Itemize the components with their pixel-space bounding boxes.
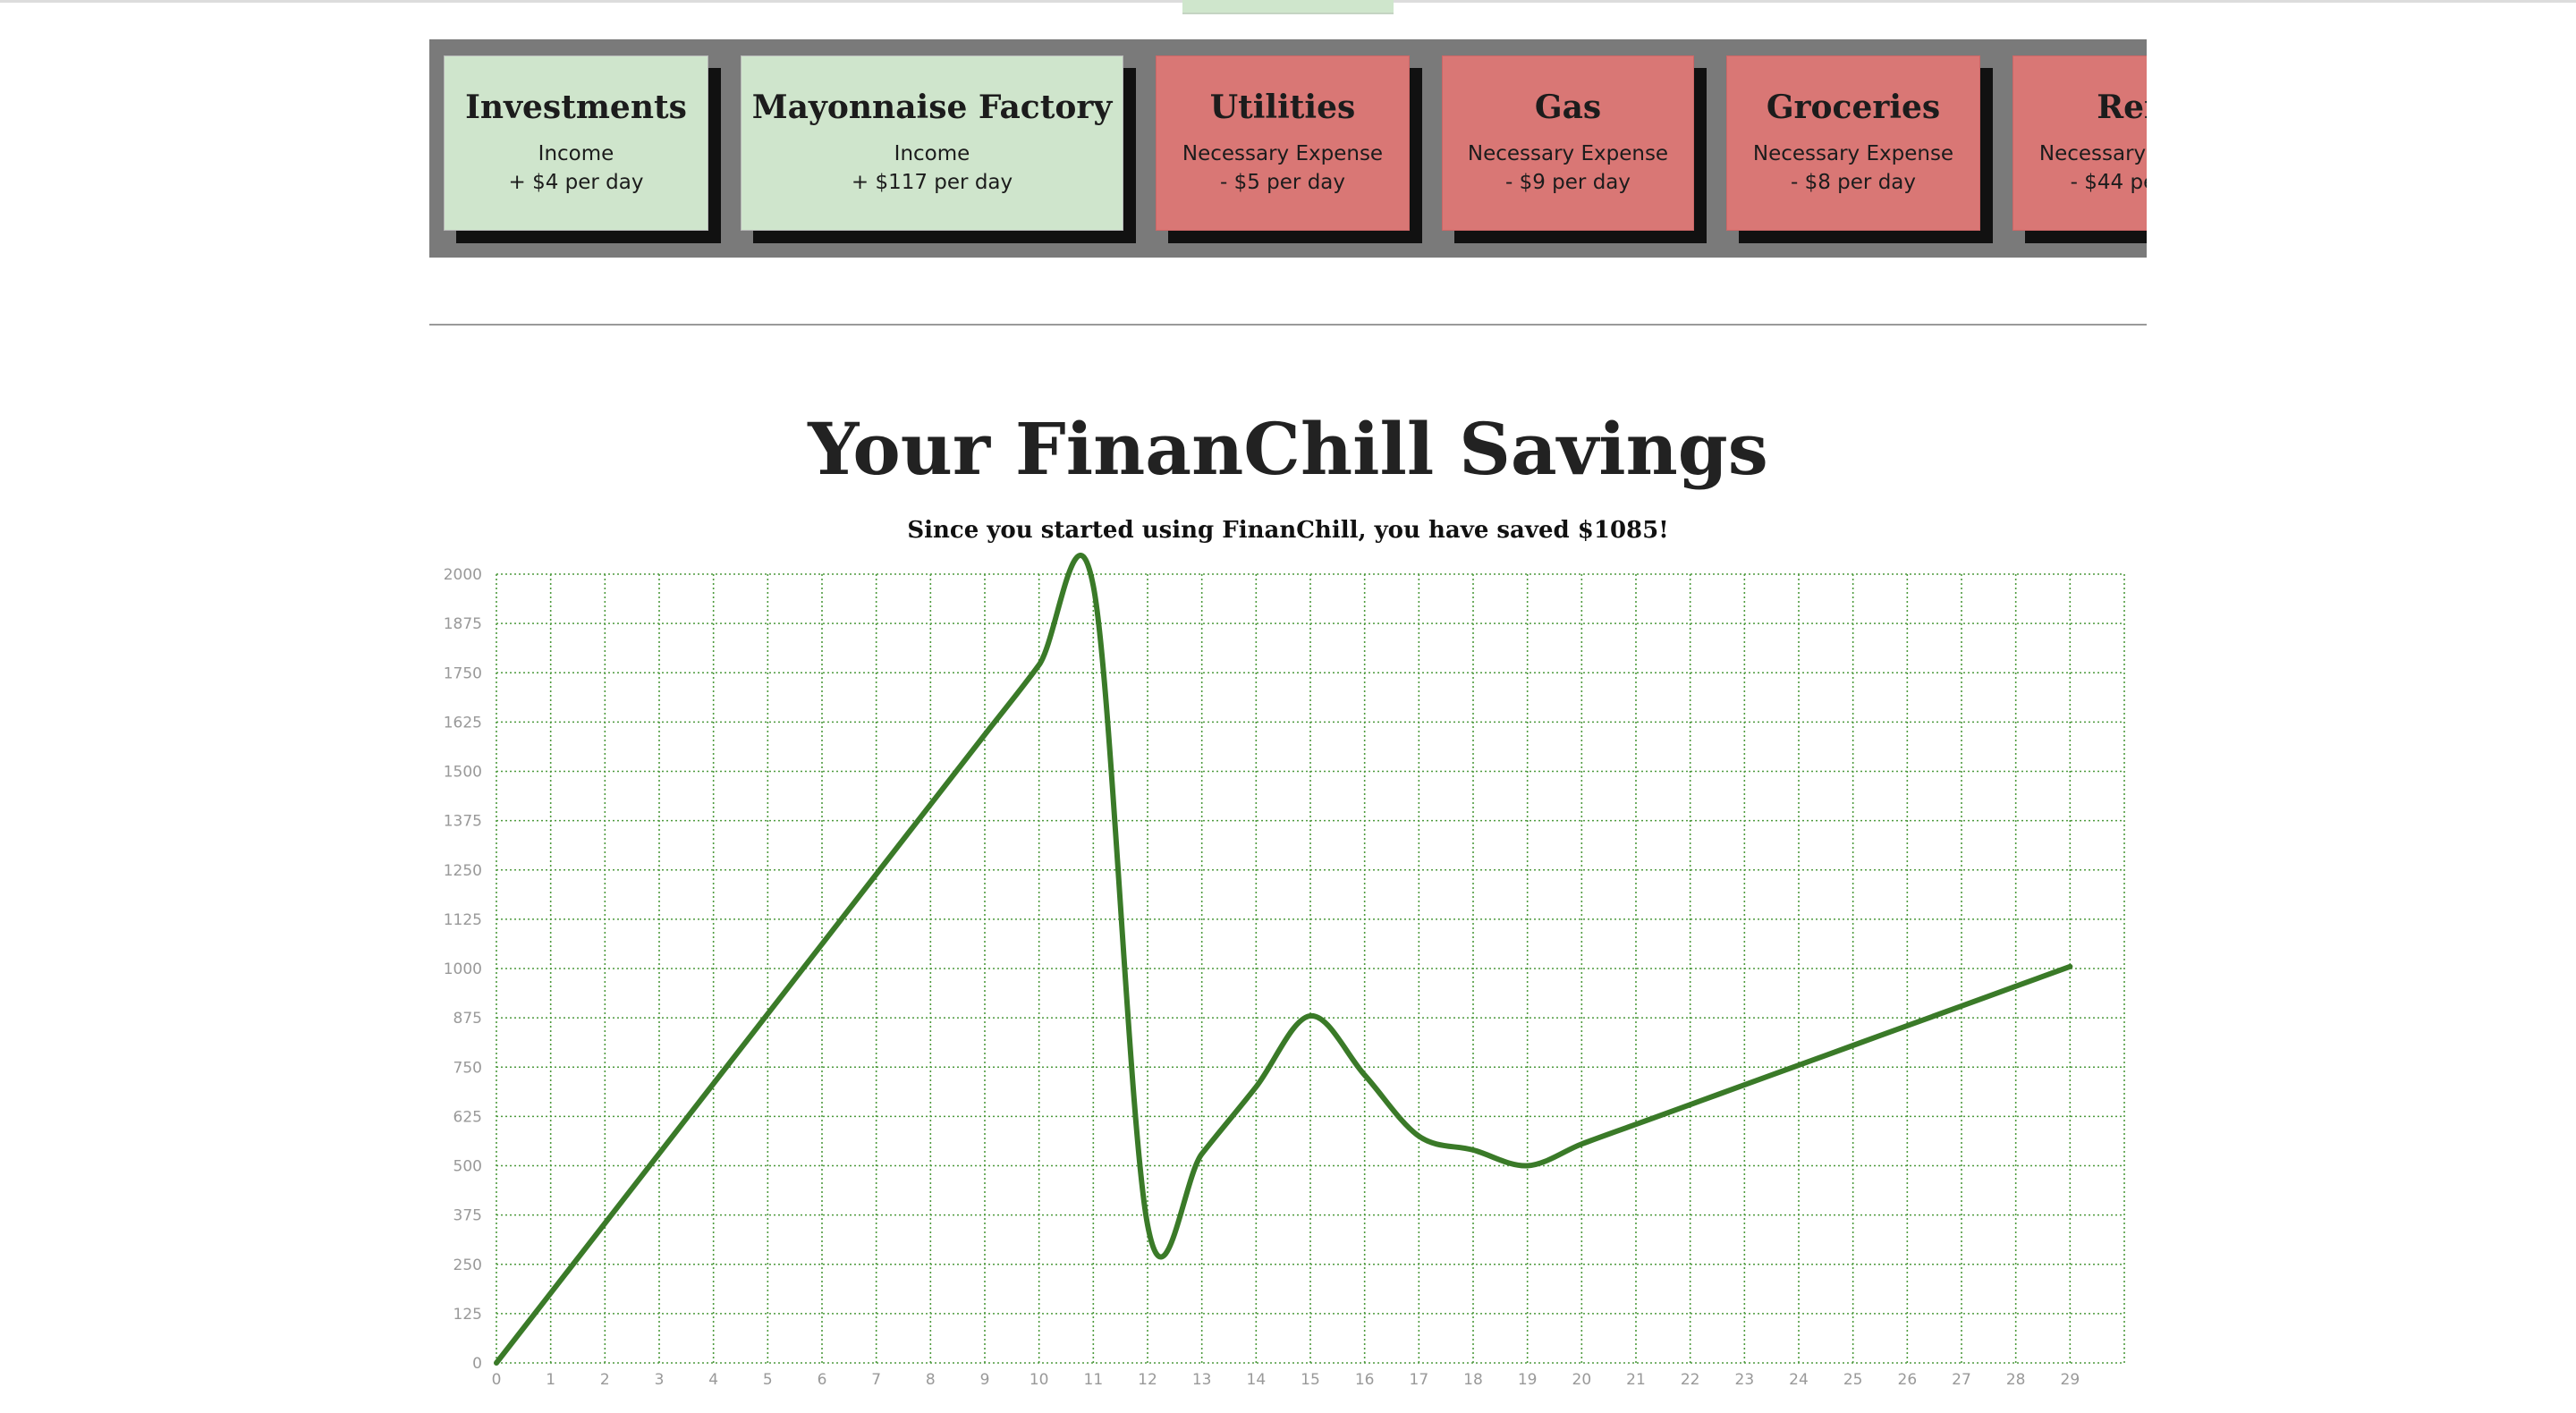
- budget-cards-strip[interactable]: Investments Income + $4 per day Mayonnai…: [429, 39, 2147, 258]
- card-amount: - $44 per day: [2070, 171, 2147, 194]
- y-tick-label: 750: [453, 1059, 482, 1077]
- y-tick-label: 250: [453, 1256, 482, 1274]
- card-title: Mayonnaise Factory: [751, 89, 1113, 126]
- x-tick-label: 0: [492, 1371, 502, 1389]
- x-tick-label: 6: [818, 1371, 827, 1389]
- savings-line-chart: 0125250375500625750875100011251250137515…: [444, 553, 2125, 1389]
- x-tick-label: 13: [1192, 1371, 1212, 1389]
- card-title: Rent: [2097, 89, 2147, 126]
- x-tick-label: 27: [1952, 1371, 1971, 1389]
- x-tick-label: 28: [2006, 1371, 2026, 1389]
- card-rent[interactable]: Rent Necessary Expense - $44 per day: [2012, 55, 2147, 231]
- x-tick-label: 29: [2061, 1371, 2080, 1389]
- card-type: Necessary Expense: [2038, 142, 2147, 165]
- card-title: Gas: [1534, 89, 1602, 126]
- card-gas[interactable]: Gas Necessary Expense - $9 per day: [1442, 55, 1694, 231]
- x-tick-label: 21: [1626, 1371, 1646, 1389]
- x-tick-label: 24: [1789, 1371, 1809, 1389]
- card-amount: - $8 per day: [1790, 171, 1916, 194]
- top-tab[interactable]: [1182, 0, 1394, 14]
- y-tick-label: 1500: [444, 764, 482, 782]
- x-tick-label: 1: [546, 1371, 555, 1389]
- card-title: Utilities: [1209, 89, 1356, 126]
- card-type: Income: [894, 142, 970, 165]
- savings-subtitle: Since you started using FinanChill, you …: [907, 517, 1669, 544]
- y-tick-label: 1125: [444, 911, 482, 929]
- card-utilities[interactable]: Utilities Necessary Expense - $5 per day: [1156, 55, 1410, 231]
- x-tick-label: 17: [1410, 1371, 1429, 1389]
- x-tick-label: 18: [1463, 1371, 1483, 1389]
- savings-title: Your FinanChill Savings: [808, 407, 1768, 491]
- y-tick-label: 375: [453, 1207, 482, 1225]
- section-divider: [429, 324, 2147, 326]
- x-tick-label: 2: [600, 1371, 610, 1389]
- y-tick-label: 0: [472, 1355, 482, 1373]
- card-mayonnaise-factory[interactable]: Mayonnaise Factory Income + $117 per day: [741, 55, 1123, 231]
- card-investments[interactable]: Investments Income + $4 per day: [444, 55, 708, 231]
- x-tick-label: 15: [1301, 1371, 1320, 1389]
- y-tick-label: 625: [453, 1108, 482, 1126]
- card-amount: - $5 per day: [1219, 171, 1345, 194]
- x-tick-label: 14: [1247, 1371, 1267, 1389]
- series-line-savings: [494, 553, 2073, 1366]
- y-tick-label: 875: [453, 1010, 482, 1028]
- x-tick-label: 9: [980, 1371, 990, 1389]
- x-tick-label: 10: [1030, 1371, 1049, 1389]
- card-type: Necessary Expense: [1467, 142, 1669, 165]
- y-tick-label: 125: [453, 1306, 482, 1324]
- card-amount: - $9 per day: [1504, 171, 1631, 194]
- y-tick-label: 1875: [444, 615, 482, 633]
- y-tick-label: 1250: [444, 862, 482, 880]
- x-tick-label: 12: [1138, 1371, 1157, 1389]
- card-amount: + $4 per day: [508, 171, 644, 194]
- x-tick-label: 20: [1572, 1371, 1592, 1389]
- x-tick-label: 23: [1735, 1371, 1755, 1389]
- x-tick-label: 19: [1518, 1371, 1538, 1389]
- card-type: Necessary Expense: [1752, 142, 1954, 165]
- x-tick-label: 11: [1084, 1371, 1104, 1389]
- card-groceries[interactable]: Groceries Necessary Expense - $8 per day: [1726, 55, 1980, 231]
- y-tick-label: 1625: [444, 714, 482, 732]
- x-tick-label: 22: [1681, 1371, 1700, 1389]
- card-title: Groceries: [1766, 89, 1941, 126]
- x-tick-label: 3: [655, 1371, 665, 1389]
- x-tick-label: 16: [1355, 1371, 1375, 1389]
- card-amount: + $117 per day: [851, 171, 1013, 194]
- x-tick-label: 26: [1898, 1371, 1918, 1389]
- x-tick-label: 8: [926, 1371, 936, 1389]
- y-tick-label: 1000: [444, 960, 482, 978]
- x-tick-label: 7: [871, 1371, 881, 1389]
- card-type: Income: [538, 142, 614, 165]
- card-type: Necessary Expense: [1182, 142, 1384, 165]
- card-title: Investments: [465, 89, 687, 126]
- y-tick-label: 500: [453, 1158, 482, 1176]
- x-tick-label: 5: [763, 1371, 773, 1389]
- y-tick-label: 1750: [444, 664, 482, 682]
- y-tick-label: 2000: [444, 566, 482, 584]
- x-tick-label: 4: [708, 1371, 718, 1389]
- x-tick-label: 25: [1843, 1371, 1863, 1389]
- y-tick-label: 1375: [444, 813, 482, 831]
